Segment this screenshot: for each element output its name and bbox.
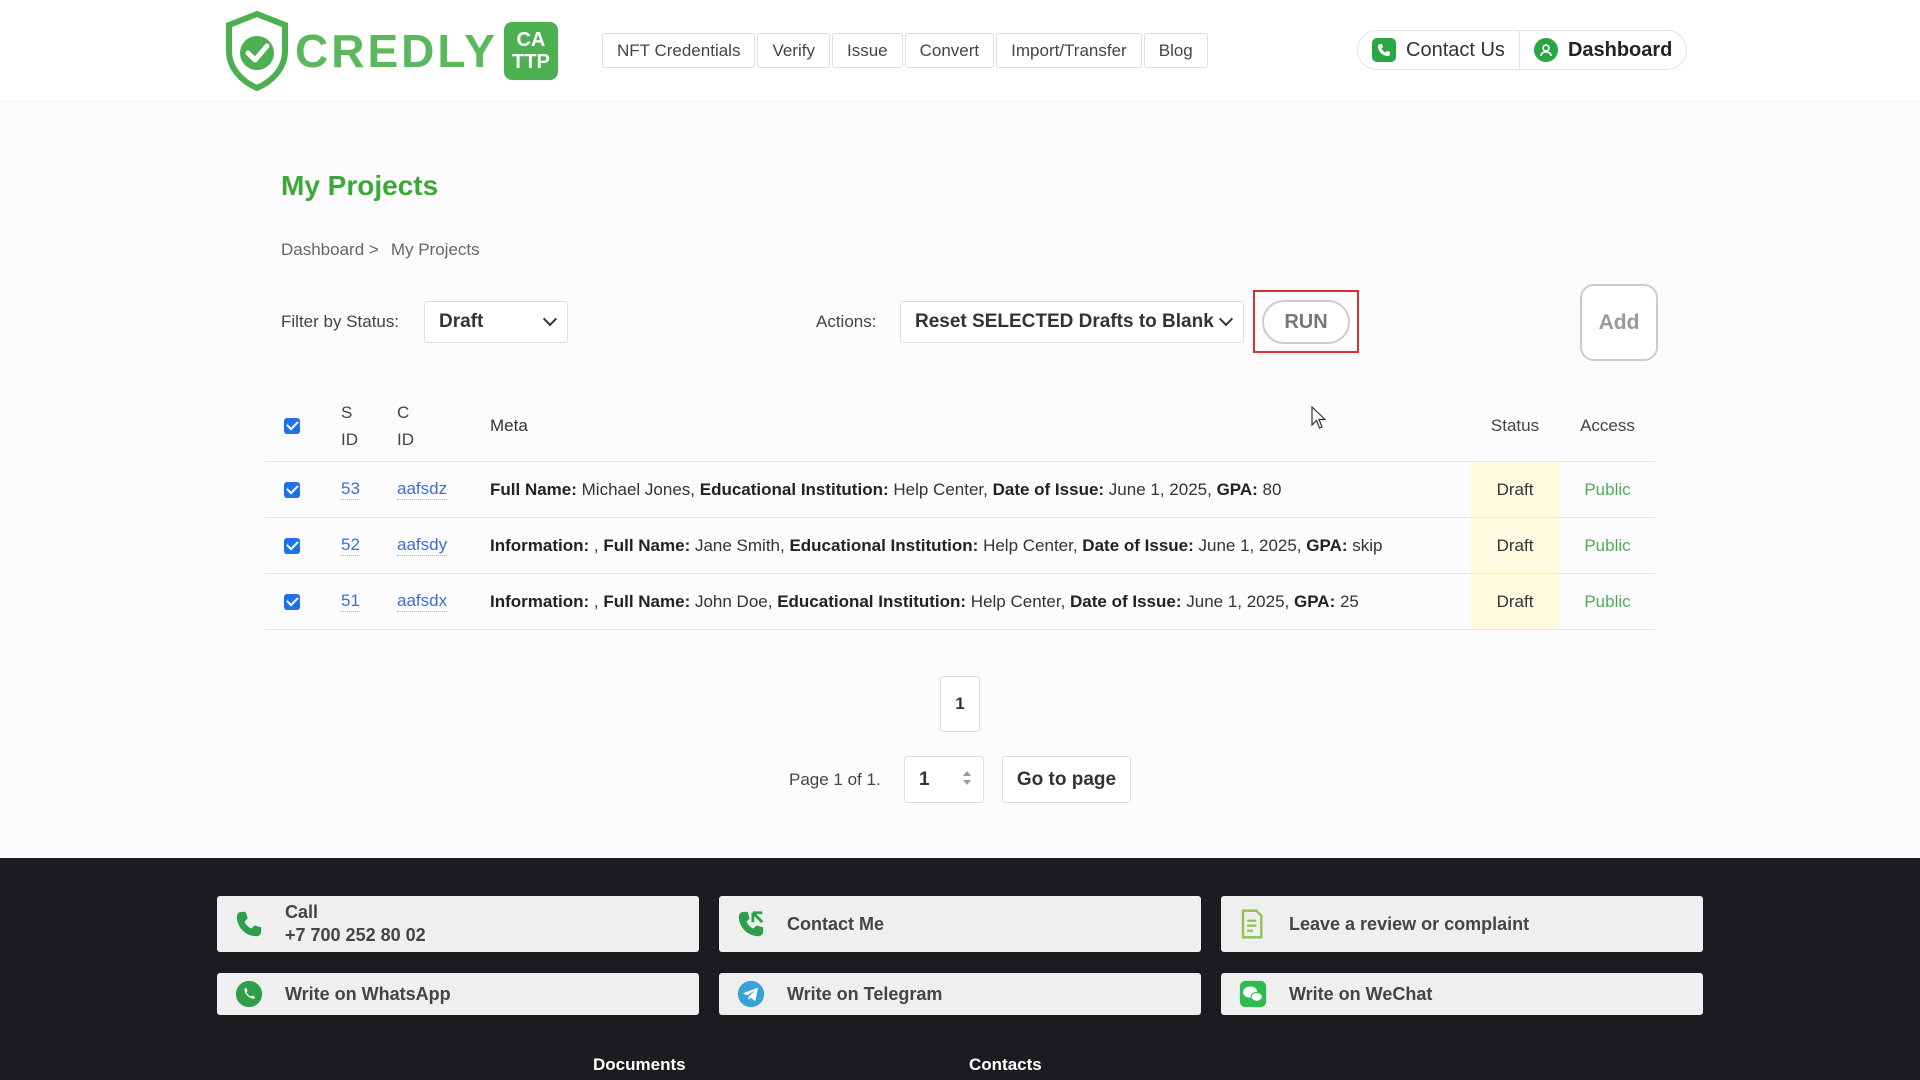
chevron-down-icon bbox=[1218, 312, 1234, 327]
breadcrumb: Dashboard > My Projects bbox=[281, 240, 480, 260]
row-status: Draft bbox=[1470, 518, 1560, 573]
table-row: 51 aafsdx Information: , Full Name: John… bbox=[265, 574, 1655, 630]
nav-import-transfer[interactable]: Import/Transfer bbox=[996, 33, 1142, 68]
go-to-page-button[interactable]: Go to page bbox=[1002, 756, 1131, 803]
shield-check-icon bbox=[226, 11, 288, 91]
filter-status-label: Filter by Status: bbox=[281, 312, 400, 331]
row-sid-link[interactable]: 53 bbox=[341, 479, 360, 500]
telegram-icon bbox=[735, 978, 767, 1010]
header-cid: C ID bbox=[397, 402, 414, 449]
brand-logo[interactable]: CREDLY CA TTP bbox=[225, 10, 558, 92]
phone-icon bbox=[1372, 38, 1396, 62]
user-icon bbox=[1533, 38, 1558, 62]
whatsapp-icon bbox=[233, 978, 265, 1010]
number-spinner-icon[interactable] bbox=[963, 771, 971, 785]
whatsapp-button[interactable]: Write on WhatsApp bbox=[217, 973, 699, 1015]
row-access[interactable]: Public bbox=[1584, 480, 1630, 500]
row-checkbox[interactable] bbox=[284, 537, 300, 554]
breadcrumb-current: My Projects bbox=[390, 240, 480, 259]
header-access: Access bbox=[1580, 415, 1635, 435]
review-complaint-button[interactable]: Leave a review or complaint bbox=[1221, 896, 1703, 952]
main-nav: NFT Credentials Verify Issue Convert Imp… bbox=[602, 33, 1208, 68]
run-button[interactable]: RUN bbox=[1262, 300, 1350, 344]
contact-us-button[interactable]: Contact Us bbox=[1358, 31, 1519, 69]
site-header: CREDLY CA TTP NFT Credentials Verify Iss… bbox=[0, 0, 1920, 100]
header-meta: Meta bbox=[490, 415, 528, 435]
page-number-input[interactable]: 1 bbox=[904, 756, 984, 803]
row-sid-link[interactable]: 51 bbox=[341, 591, 360, 612]
header-actions: Contact Us Dashboard bbox=[1357, 30, 1688, 70]
nav-verify[interactable]: Verify bbox=[757, 33, 830, 68]
phone-icon bbox=[233, 908, 265, 940]
wechat-button[interactable]: Write on WeChat bbox=[1221, 973, 1703, 1015]
row-checkbox[interactable] bbox=[284, 593, 300, 610]
pagination-info: Page 1 of 1. bbox=[789, 770, 881, 789]
row-meta: Information: , Full Name: John Doe, Educ… bbox=[490, 591, 1359, 611]
row-cid-link[interactable]: aafsdz bbox=[397, 479, 448, 500]
brand-name: CREDLY bbox=[295, 25, 498, 77]
projects-table: S ID C ID Meta Status Access 53 aafsdz F… bbox=[265, 390, 1655, 630]
brand-tag: CA TTP bbox=[503, 22, 558, 80]
row-checkbox[interactable] bbox=[284, 481, 300, 498]
row-meta: Full Name: Michael Jones, Educational In… bbox=[490, 479, 1282, 499]
row-access[interactable]: Public bbox=[1584, 536, 1630, 556]
nav-blog[interactable]: Blog bbox=[1143, 33, 1208, 68]
site-footer bbox=[0, 858, 1920, 1080]
wechat-icon bbox=[1237, 978, 1269, 1010]
page-title: My Projects bbox=[281, 170, 439, 201]
breadcrumb-dashboard-link[interactable]: Dashboard > bbox=[281, 240, 379, 260]
select-all-checkbox[interactable] bbox=[284, 417, 300, 434]
chevron-down-icon bbox=[542, 312, 558, 327]
add-button[interactable]: Add bbox=[1580, 284, 1658, 361]
table-row: 53 aafsdz Full Name: Michael Jones, Educ… bbox=[265, 462, 1655, 518]
nav-issue[interactable]: Issue bbox=[831, 33, 903, 68]
nav-nft-credentials[interactable]: NFT Credentials bbox=[602, 33, 756, 68]
table-header: S ID C ID Meta Status Access bbox=[265, 390, 1655, 462]
document-edit-icon bbox=[1237, 908, 1269, 940]
pagination-page-1[interactable]: 1 bbox=[940, 676, 980, 732]
nav-convert[interactable]: Convert bbox=[904, 33, 995, 68]
row-sid-link[interactable]: 52 bbox=[341, 535, 360, 556]
call-button[interactable]: Call +7 700 252 80 02 bbox=[217, 896, 699, 952]
row-access[interactable]: Public bbox=[1584, 592, 1630, 612]
contact-me-button[interactable]: Contact Me bbox=[719, 896, 1201, 952]
table-row: 52 aafsdy Information: , Full Name: Jane… bbox=[265, 518, 1655, 574]
row-meta: Information: , Full Name: Jane Smith, Ed… bbox=[490, 535, 1383, 555]
dashboard-button[interactable]: Dashboard bbox=[1518, 31, 1686, 69]
mouse-cursor-icon bbox=[1311, 406, 1327, 429]
footer-documents-heading: Documents bbox=[593, 1055, 686, 1074]
header-sid: S ID bbox=[341, 402, 358, 449]
row-status: Draft bbox=[1470, 574, 1560, 629]
footer-contacts-heading: Contacts bbox=[969, 1055, 1042, 1074]
filter-status-select[interactable]: Draft bbox=[424, 301, 568, 343]
row-status: Draft bbox=[1470, 462, 1560, 517]
actions-label: Actions: bbox=[816, 312, 877, 331]
header-status: Status bbox=[1490, 415, 1540, 435]
phone-callback-icon bbox=[735, 908, 767, 940]
row-cid-link[interactable]: aafsdy bbox=[397, 535, 448, 556]
actions-select[interactable]: Reset SELECTED Drafts to Blank bbox=[900, 301, 1244, 343]
row-cid-link[interactable]: aafsdx bbox=[397, 591, 448, 612]
telegram-button[interactable]: Write on Telegram bbox=[719, 973, 1201, 1015]
